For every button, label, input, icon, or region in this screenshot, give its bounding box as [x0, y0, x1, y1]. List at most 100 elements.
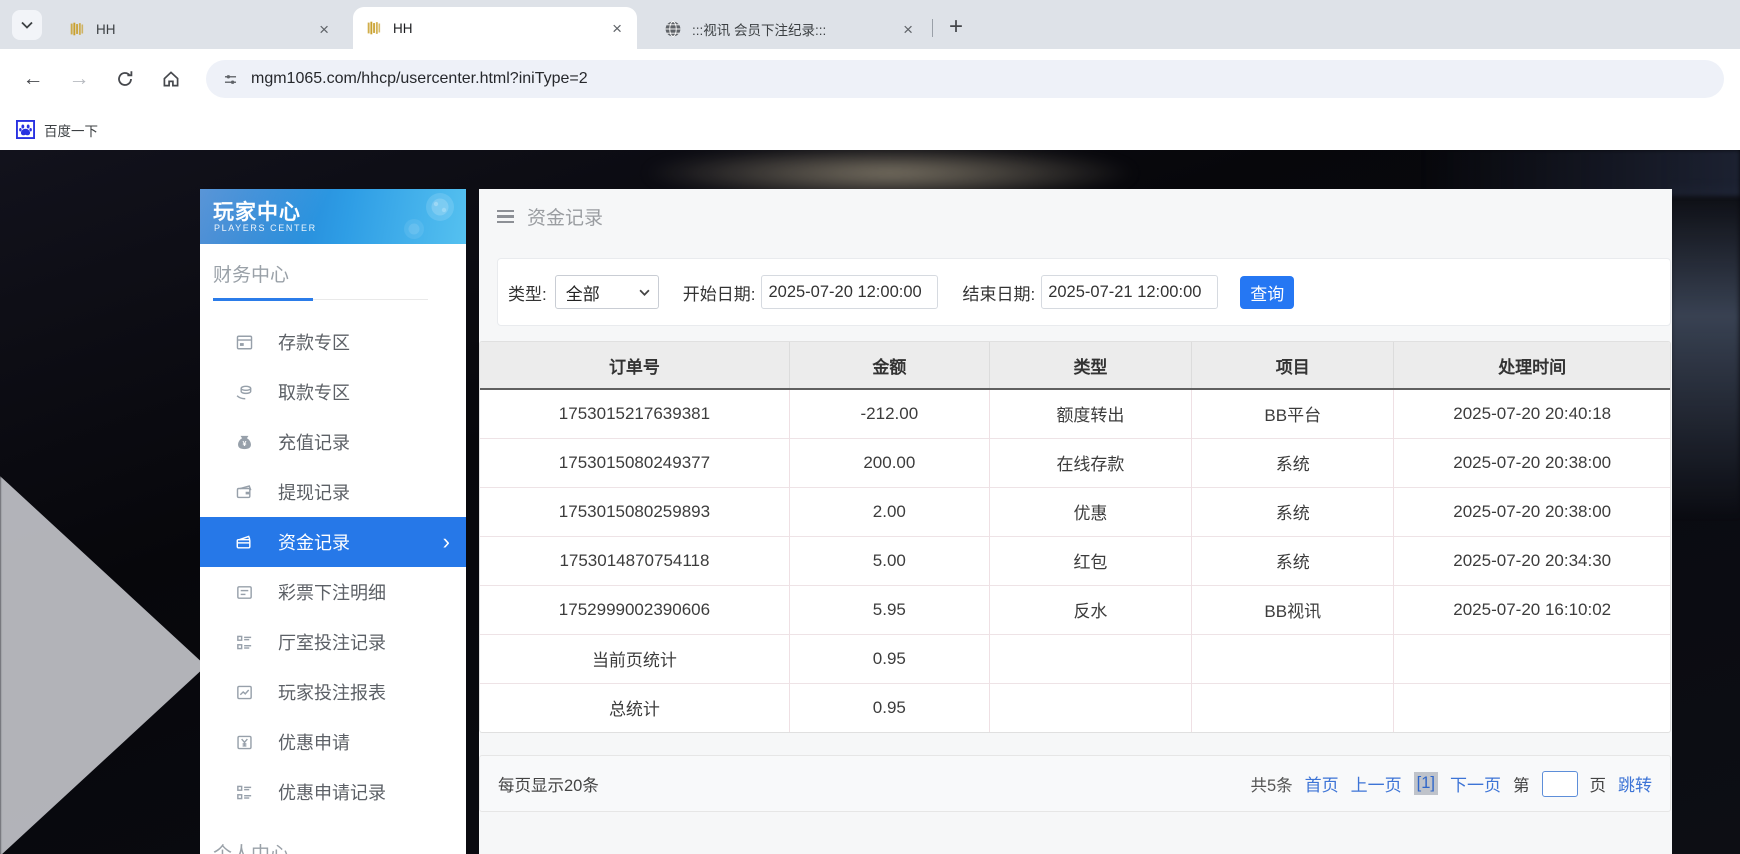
bookmarks-bar: 百度一下	[0, 109, 1740, 150]
site-info-icon[interactable]	[222, 71, 239, 88]
sidebar-item-label: 优惠申请记录	[278, 779, 386, 805]
tab-hh-1[interactable]: HH ×	[56, 9, 344, 49]
gamepad-icon	[392, 191, 462, 241]
table-cell: 1753014870754118	[480, 536, 789, 585]
table-row: 1753015080249377200.00在线存款系统2025-07-20 2…	[480, 438, 1670, 487]
column-header: 处理时间	[1394, 342, 1670, 389]
sidebar-item-deposit[interactable]: 存款专区	[200, 317, 466, 367]
sidebar: 玩家中心 PLAYERS CENTER 财务中心 存款专区取款专区 ¥ 充值记录提现…	[200, 189, 466, 854]
table-cell: 反水	[989, 585, 1191, 634]
table-cell	[1394, 683, 1670, 732]
tab-strip: HH × HH × :::视讯 会员下注纪录::: × +	[0, 0, 1740, 49]
table-cell: BB平台	[1192, 389, 1394, 438]
players-center-subtitle: PLAYERS CENTER	[214, 223, 317, 233]
column-header: 订单号	[480, 342, 789, 389]
sidebar-banner: 玩家中心 PLAYERS CENTER	[200, 189, 466, 244]
page-jump-input[interactable]	[1542, 771, 1578, 797]
home-icon[interactable]	[154, 62, 188, 96]
start-date-input[interactable]	[761, 275, 938, 309]
table-cell: 当前页统计	[480, 634, 789, 683]
table-row: 17530150802598932.00优惠系统2025-07-20 20:38…	[480, 487, 1670, 536]
sidebar-item-promo-apply-record[interactable]: 优惠申请记录	[200, 767, 466, 817]
next-page-link[interactable]: 下一页	[1450, 771, 1501, 796]
filter-panel: 类型: 全部 开始日期: 结束日期: 查询	[497, 258, 1671, 326]
chevron-down-icon	[21, 21, 33, 29]
table-cell: 系统	[1192, 487, 1394, 536]
table-row: 17530148707541185.00红包系统2025-07-20 20:34…	[480, 536, 1670, 585]
sidebar-item-funds-record[interactable]: 资金记录 ›	[200, 517, 466, 567]
sidebar-item-withdrawal-record[interactable]: 提现记录	[200, 467, 466, 517]
close-tab-icon[interactable]: ×	[314, 19, 334, 40]
sidebar-item-label: 充值记录	[278, 429, 350, 455]
table-row: 17529990023906065.95反水BB视讯2025-07-20 16:…	[480, 585, 1670, 634]
promo-apply-icon	[235, 733, 254, 752]
sidebar-item-player-bet-report[interactable]: 玩家投注报表	[200, 667, 466, 717]
pagination-bar: 每页显示20条 共5条 首页 上一页 [1] 下一页 第 页 跳转	[479, 755, 1671, 812]
column-header: 类型	[989, 342, 1191, 389]
sidebar-item-label: 优惠申请	[278, 729, 350, 755]
column-header: 项目	[1192, 342, 1394, 389]
jump-prefix-label: 第	[1513, 772, 1530, 796]
table-cell: 0.95	[789, 634, 989, 683]
table-cell: 系统	[1192, 438, 1394, 487]
tab-search-button[interactable]	[12, 10, 42, 40]
recharge-record-icon: ¥	[235, 433, 254, 452]
baidu-favicon	[16, 120, 35, 139]
table-cell: BB视讯	[1192, 585, 1394, 634]
table-cell: 2025-07-20 20:38:00	[1394, 487, 1670, 536]
type-select[interactable]: 全部	[555, 275, 659, 309]
table-row: 1753015217639381-212.00额度转出BB平台2025-07-2…	[480, 389, 1670, 438]
first-page-link[interactable]: 首页	[1305, 771, 1339, 796]
per-page-text: 每页显示20条	[498, 772, 599, 796]
main-content: 资金记录 类型: 全部 开始日期: 结束日期: 查询 订单号金额类型项目处理时间…	[479, 189, 1672, 854]
prev-page-link[interactable]: 上一页	[1351, 771, 1402, 796]
tab-title: :::视讯 会员下注纪录:::	[692, 19, 890, 39]
url-text[interactable]: mgm1065.com/hhcp/usercenter.html?iniType…	[251, 70, 588, 88]
reload-icon[interactable]	[108, 62, 142, 96]
sidebar-item-recharge-record[interactable]: ¥ 充值记录	[200, 417, 466, 467]
table-cell: 1752999002390606	[480, 585, 789, 634]
sidebar-item-promo-apply[interactable]: 优惠申请	[200, 717, 466, 767]
table-header-row: 订单号金额类型项目处理时间	[480, 342, 1670, 389]
table-cell: 额度转出	[989, 389, 1191, 438]
end-date-input[interactable]	[1041, 275, 1218, 309]
table-cell: 1753015080259893	[480, 487, 789, 536]
tab-title: HH	[96, 22, 306, 37]
sidebar-item-label: 资金记录	[278, 529, 350, 555]
close-tab-icon[interactable]: ×	[607, 18, 627, 39]
forward-icon[interactable]: →	[62, 62, 96, 96]
chevron-right-icon: ›	[443, 529, 450, 555]
tab-hh-2-active[interactable]: HH ×	[353, 7, 637, 49]
sidebar-item-label: 厅室投注记录	[278, 629, 386, 655]
close-tab-icon[interactable]: ×	[898, 19, 918, 40]
funds-table: 订单号金额类型项目处理时间 1753015217639381-212.00额度转…	[479, 341, 1671, 733]
jump-button[interactable]: 跳转	[1618, 771, 1652, 796]
page-title: 资金记录	[527, 203, 603, 230]
search-button[interactable]: 查询	[1240, 276, 1294, 309]
sidebar-item-withdraw[interactable]: 取款专区	[200, 367, 466, 417]
table-cell: 0.95	[789, 683, 989, 732]
omnibox[interactable]: mgm1065.com/hhcp/usercenter.html?iniType…	[206, 60, 1724, 98]
hh-gold-favicon	[68, 20, 86, 38]
sidebar-item-label: 存款专区	[278, 329, 350, 355]
table-cell: 优惠	[989, 487, 1191, 536]
sidebar-item-hall-bet-record[interactable]: 厅室投注记录	[200, 617, 466, 667]
section-finance-center: 财务中心	[200, 244, 466, 295]
end-date-label: 结束日期:	[962, 280, 1035, 305]
table-cell: 在线存款	[989, 438, 1191, 487]
table-cell: 2025-07-20 20:40:18	[1394, 389, 1670, 438]
back-icon[interactable]: ←	[16, 62, 50, 96]
sidebar-item-lottery-bet-detail[interactable]: 彩票下注明细	[200, 567, 466, 617]
summary-row: 当前页统计0.95	[480, 634, 1670, 683]
table-cell: 2025-07-20 20:38:00	[1394, 438, 1670, 487]
lottery-bet-detail-icon	[235, 583, 254, 602]
table-cell: 2.00	[789, 487, 989, 536]
sidebar-item-label: 玩家投注报表	[278, 679, 386, 705]
table-cell: 红包	[989, 536, 1191, 585]
bookmark-baidu[interactable]: 百度一下	[44, 120, 98, 140]
background-triangle	[0, 476, 206, 854]
hamburger-icon[interactable]	[497, 210, 514, 224]
new-tab-button[interactable]: +	[941, 13, 971, 41]
tab-video-records[interactable]: :::视讯 会员下注纪录::: ×	[652, 9, 928, 49]
withdraw-icon	[235, 383, 254, 402]
